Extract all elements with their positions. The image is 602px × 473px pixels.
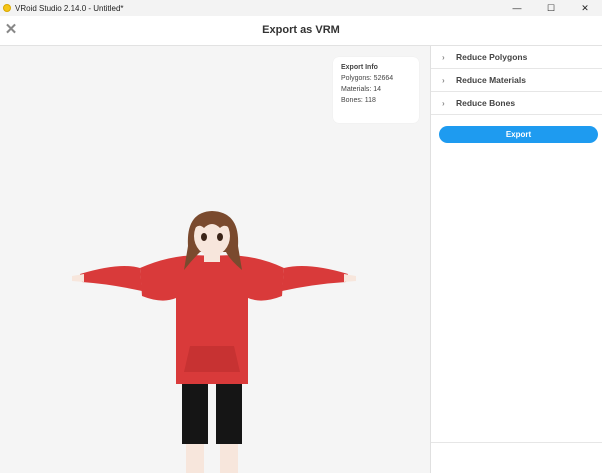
- vroid-app-icon: [3, 4, 11, 12]
- right-leg: [216, 384, 242, 444]
- left-hand: [72, 274, 84, 282]
- reduce-polygons-section[interactable]: › Reduce Polygons: [431, 46, 602, 69]
- chevron-right-icon: ›: [442, 98, 445, 108]
- window-controls: — ☐ ✕: [500, 0, 602, 16]
- window-close-button[interactable]: ✕: [568, 0, 602, 16]
- export-info-card: Export Info Polygons: 52664 Materials: 1…: [333, 57, 419, 123]
- reduce-materials-section[interactable]: › Reduce Materials: [431, 69, 602, 92]
- section-label: Reduce Materials: [456, 75, 526, 85]
- chevron-right-icon: ›: [442, 52, 445, 62]
- export-header: ✕ Export as VRM: [0, 16, 602, 46]
- model-viewport[interactable]: Export Info Polygons: 52664 Materials: 1…: [0, 46, 430, 473]
- reduce-bones-section[interactable]: › Reduce Bones: [431, 92, 602, 115]
- polygon-count: Polygons: 52664: [341, 75, 394, 82]
- material-count: Materials: 14: [341, 86, 382, 93]
- section-label: Reduce Bones: [456, 98, 516, 108]
- right-hand: [344, 274, 356, 282]
- page-title: Export as VRM: [262, 24, 340, 36]
- left-shin: [186, 444, 204, 473]
- maximize-button[interactable]: ☐: [534, 0, 568, 16]
- bone-count: Bones: 118: [341, 97, 376, 104]
- chevron-right-icon: ›: [442, 75, 445, 85]
- right-shin: [220, 444, 238, 473]
- window-titlebar: VRoid Studio 2.14.0 - Untitled* — ☐ ✕: [0, 0, 602, 16]
- export-button[interactable]: Export: [439, 126, 598, 143]
- left-eye: [201, 233, 207, 241]
- right-sleeve: [282, 266, 348, 291]
- export-settings-panel: › Reduce Polygons › Reduce Materials › R…: [430, 46, 602, 473]
- window-title: VRoid Studio 2.14.0 - Untitled*: [15, 3, 124, 13]
- hoodie-pocket: [184, 346, 240, 372]
- export-info-title: Export Info: [341, 64, 378, 71]
- left-leg: [182, 384, 208, 444]
- section-label: Reduce Polygons: [456, 52, 528, 62]
- left-sleeve: [80, 266, 142, 291]
- right-eye: [217, 233, 223, 241]
- minimize-button[interactable]: —: [500, 0, 534, 16]
- panel-footer-divider: [431, 442, 602, 443]
